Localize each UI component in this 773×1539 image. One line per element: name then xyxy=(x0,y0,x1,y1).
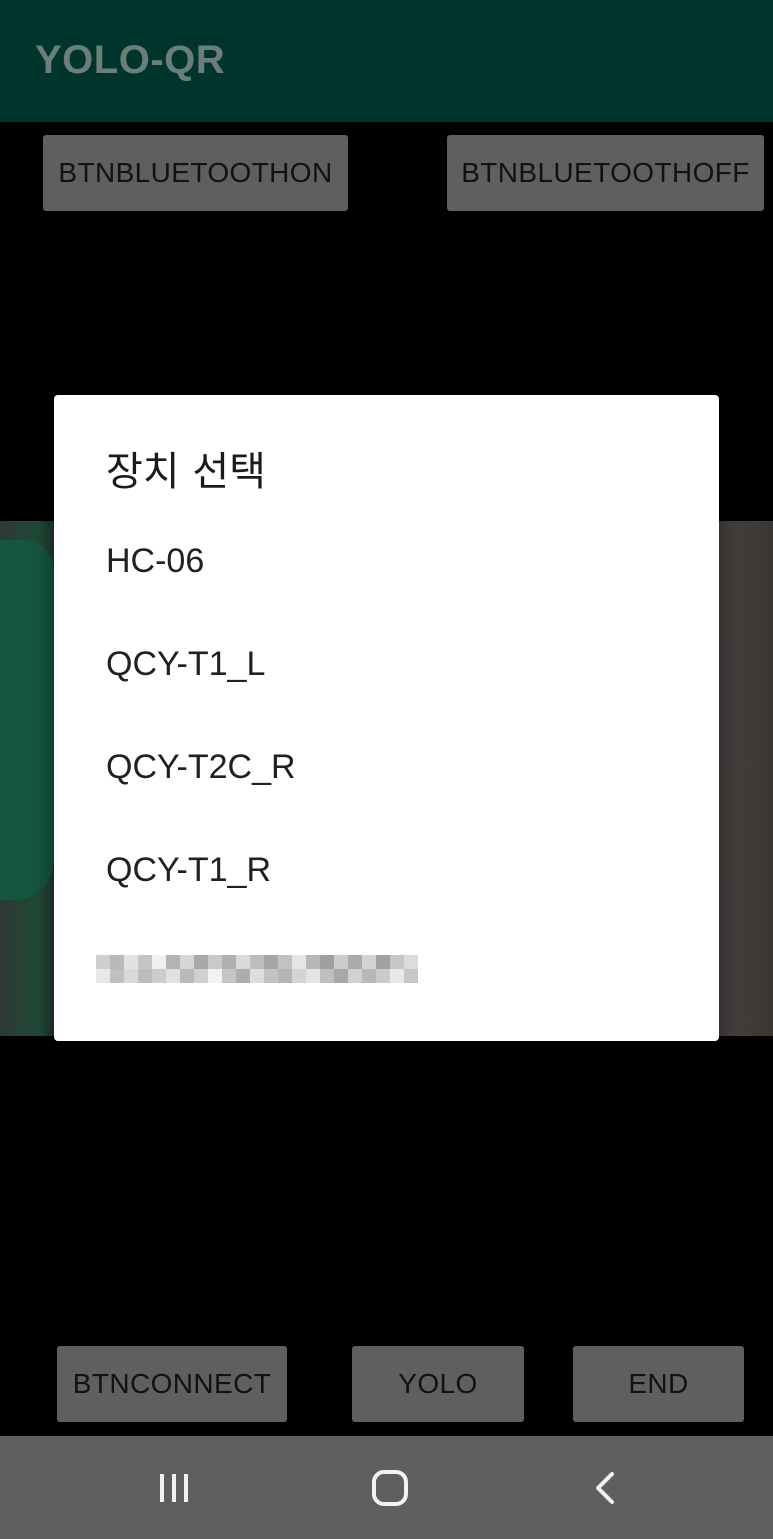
device-select-dialog: 장치 선택 HC-06 QCY-T1_L QCY-T2C_R QCY-T1_R xyxy=(54,395,719,1041)
device-item-qcy-t2c-r[interactable]: QCY-T2C_R xyxy=(106,737,666,797)
home-icon[interactable] xyxy=(350,1436,430,1539)
dialog-title: 장치 선택 xyxy=(106,449,266,495)
system-navigation-bar xyxy=(0,1436,773,1539)
recent-apps-icon[interactable] xyxy=(134,1436,214,1539)
end-button[interactable]: END xyxy=(573,1346,744,1422)
bluetooth-off-button[interactable]: BTNBLUETOOTHOFF xyxy=(447,135,764,211)
back-icon[interactable] xyxy=(566,1436,646,1539)
device-item-qcy-t1-r[interactable]: QCY-T1_R xyxy=(106,840,666,900)
pixelated-redaction-icon xyxy=(96,955,418,983)
connect-button[interactable]: BTNCONNECT xyxy=(57,1346,287,1422)
app-bar: YOLO-QR xyxy=(0,0,773,122)
bluetooth-on-button[interactable]: BTNBLUETOOTHON xyxy=(43,135,348,211)
device-item-qcy-t1-l[interactable]: QCY-T1_L xyxy=(106,634,666,694)
app-title: YOLO-QR xyxy=(35,38,226,82)
device-item-redacted[interactable] xyxy=(96,955,418,983)
yolo-button[interactable]: YOLO xyxy=(352,1346,524,1422)
camera-preview-object xyxy=(0,540,54,900)
device-item-hc-06[interactable]: HC-06 xyxy=(106,531,666,591)
screen: YOLO-QR BTNBLUETOOTHON BTNBLUETOOTHOFF B… xyxy=(0,0,773,1539)
